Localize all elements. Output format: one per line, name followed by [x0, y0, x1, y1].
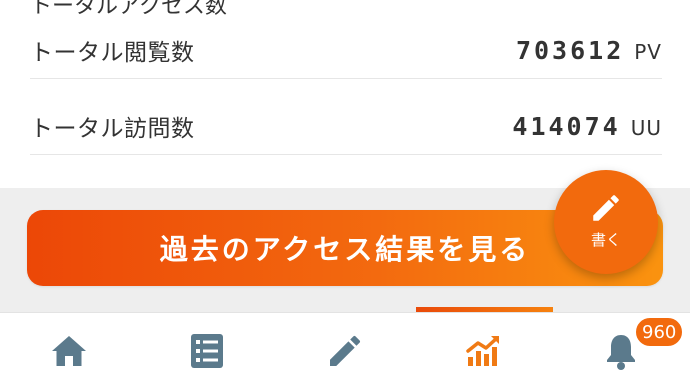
write-fab-label: 書く: [590, 230, 621, 249]
stat-row-uu: トータル訪問数 414074 UU: [30, 98, 662, 155]
chart-icon: [466, 336, 499, 366]
notification-count-badge: 960: [634, 316, 685, 348]
bottom-navigation: [0, 312, 690, 389]
stat-value-group: 414074 UU: [512, 112, 662, 141]
stat-unit: PV: [634, 39, 662, 64]
nav-item-access[interactable]: [414, 313, 552, 389]
pencil-icon: [593, 194, 619, 221]
stat-label: トータル閲覧数: [30, 40, 195, 66]
stat-value: 703612: [515, 35, 625, 65]
nav-item-list[interactable]: [138, 313, 276, 389]
write-fab-button[interactable]: 書く: [554, 170, 658, 274]
nav-item-write[interactable]: [276, 313, 414, 389]
section-heading: トータルアクセス数: [30, 0, 227, 19]
nav-item-home[interactable]: [0, 313, 138, 389]
past-access-results-label: 過去のアクセス結果を見る: [159, 233, 531, 266]
pencil-icon: [330, 335, 361, 366]
access-stats-card: トータルアクセス数 トータル閲覧数 703612 PV トータル訪問数 4140…: [0, 0, 690, 188]
stat-value-group: 703612 PV: [516, 36, 662, 65]
stat-row-pv: トータル閲覧数 703612 PV: [30, 22, 662, 79]
list-icon: [191, 334, 223, 368]
stat-unit: UU: [630, 115, 662, 140]
stat-value: 414074: [512, 111, 621, 141]
home-icon: [52, 336, 86, 366]
stat-label: トータル訪問数: [30, 116, 195, 142]
